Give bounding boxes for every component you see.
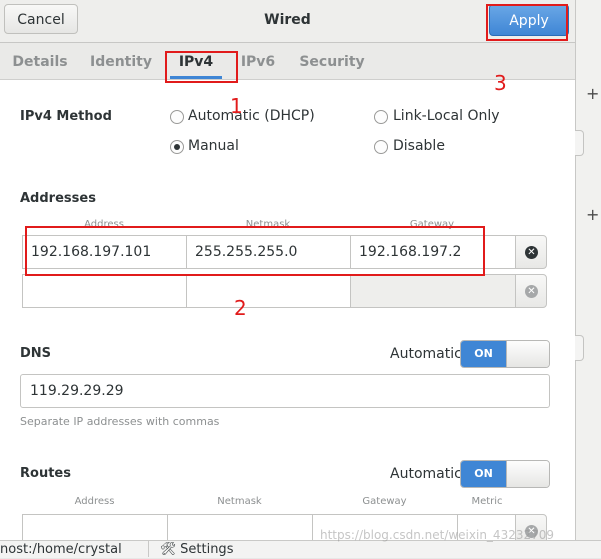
delete-address-button[interactable]: ✕ bbox=[515, 235, 547, 269]
switch-on-label: ON bbox=[461, 341, 506, 367]
taskbar-settings-label: Settings bbox=[180, 542, 234, 557]
route-gateway-column-header: Gateway bbox=[362, 496, 407, 507]
route-metric-column-header: Metric bbox=[471, 496, 503, 507]
tab-bar bbox=[0, 43, 575, 80]
radio-icon[interactable] bbox=[374, 140, 388, 154]
tab-identity[interactable]: Identity bbox=[88, 43, 154, 79]
disable-label[interactable]: Disable bbox=[393, 138, 445, 154]
annotation-number-1: 1 bbox=[230, 94, 243, 118]
gateway-field[interactable] bbox=[350, 274, 516, 308]
dns-servers-field[interactable]: 119.29.29.29 bbox=[20, 374, 550, 408]
switch-on-label: ON bbox=[461, 461, 506, 487]
address-field[interactable] bbox=[22, 274, 187, 308]
wired-settings-dialog: Wired Cancel Apply Details Identity IPv4… bbox=[0, 0, 575, 540]
background-window bbox=[575, 0, 601, 540]
tab-details[interactable]: Details bbox=[10, 43, 70, 79]
annotation-number-2: 2 bbox=[234, 296, 247, 320]
routes-automatic-label: Automatic bbox=[390, 466, 462, 482]
tab-security[interactable]: Security bbox=[296, 43, 368, 79]
annotation-box-apply bbox=[486, 4, 568, 41]
radio-icon[interactable] bbox=[374, 110, 388, 124]
annotation-box-ipv4-tab bbox=[165, 51, 238, 83]
netmask-field[interactable] bbox=[186, 274, 351, 308]
routes-title: Routes bbox=[20, 466, 71, 481]
circle-x-icon: ✕ bbox=[525, 285, 538, 298]
taskbar-terminal-item[interactable]: nost:/home/crystal bbox=[0, 541, 149, 557]
background-add-icon[interactable]: + bbox=[586, 205, 599, 224]
cancel-button[interactable]: Cancel bbox=[4, 4, 78, 34]
circle-x-icon: ✕ bbox=[525, 246, 538, 259]
automatic-dhcp-label[interactable]: Automatic (DHCP) bbox=[188, 108, 315, 124]
manual-label[interactable]: Manual bbox=[188, 138, 239, 154]
route-netmask-field[interactable] bbox=[167, 514, 313, 540]
radio-icon[interactable] bbox=[170, 110, 184, 124]
annotation-box-address-row bbox=[25, 226, 485, 276]
background-add-icon[interactable]: + bbox=[586, 84, 599, 103]
dns-automatic-label: Automatic bbox=[390, 346, 462, 362]
link-local-only-label[interactable]: Link-Local Only bbox=[393, 108, 500, 124]
switch-knob bbox=[506, 461, 549, 487]
tab-ipv6[interactable]: IPv6 bbox=[236, 43, 280, 79]
routes-automatic-switch[interactable]: ON bbox=[460, 460, 550, 488]
ipv4-method-title: IPv4 Method bbox=[20, 109, 112, 124]
settings-icon: 🛠 bbox=[160, 542, 177, 557]
taskbar-settings-item[interactable]: 🛠 Settings bbox=[160, 541, 233, 557]
route-address-column-header: Address bbox=[74, 496, 115, 507]
dns-hint: Separate IP addresses with commas bbox=[20, 415, 220, 428]
switch-knob bbox=[506, 341, 549, 367]
route-netmask-column-header: Netmask bbox=[217, 496, 262, 507]
addresses-title: Addresses bbox=[20, 191, 96, 206]
route-address-field[interactable] bbox=[22, 514, 168, 540]
annotation-number-3: 3 bbox=[494, 71, 507, 95]
watermark: https://blog.csdn.net/weixin_43232709 bbox=[320, 528, 555, 542]
radio-icon[interactable] bbox=[170, 140, 184, 154]
dns-automatic-switch[interactable]: ON bbox=[460, 340, 550, 368]
dns-title: DNS bbox=[20, 346, 52, 361]
delete-address-button[interactable]: ✕ bbox=[515, 274, 547, 308]
